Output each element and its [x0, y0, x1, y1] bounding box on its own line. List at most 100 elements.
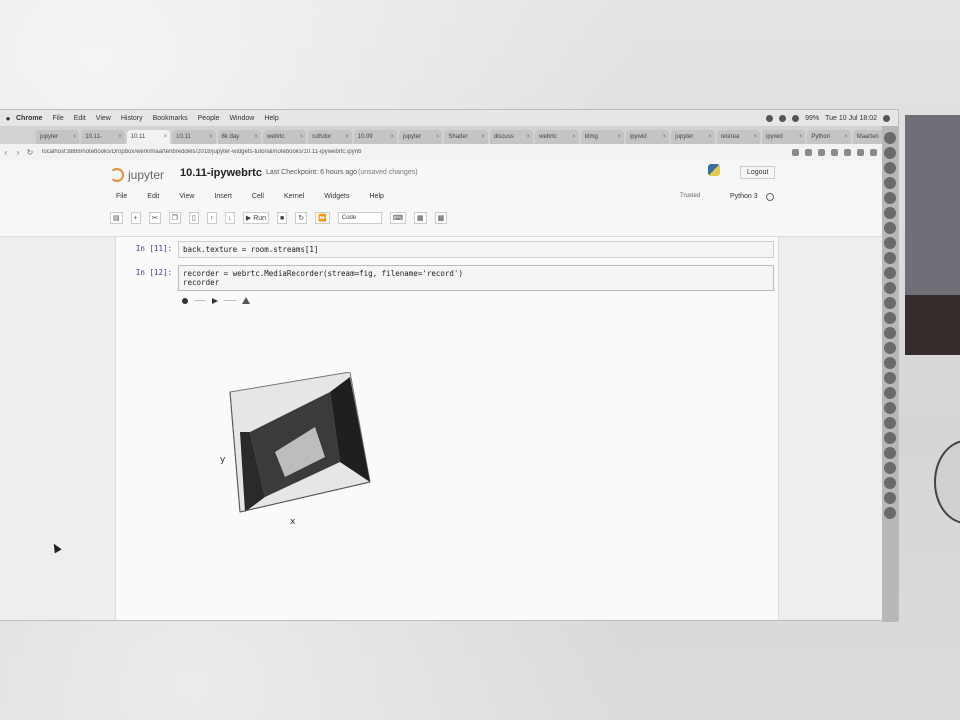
paste-icon[interactable]: ▯ [188, 212, 199, 224]
browser-tab[interactable]: ipywid × [762, 130, 806, 144]
cut-icon[interactable]: ✂ [148, 212, 161, 224]
cell-input[interactable]: back.texture = room.streams[1] [178, 241, 774, 258]
move-up-icon[interactable]: ↑ [206, 212, 217, 224]
close-tab-icon[interactable]: × [345, 134, 349, 140]
extension-icon[interactable] [857, 148, 864, 156]
browser-tab[interactable]: 10.11 × [172, 130, 216, 144]
code-cell-selected[interactable]: In [12]: recorder = webrtc.MediaRecorder… [120, 265, 774, 291]
command-palette-icon[interactable]: ⌨ [389, 212, 406, 224]
save-icon[interactable]: ▤ [110, 212, 123, 224]
back-icon[interactable]: ‹ [0, 148, 12, 157]
forward-icon[interactable]: › [12, 148, 24, 157]
dock-app-icon[interactable] [884, 342, 896, 354]
close-tab-icon[interactable]: × [390, 134, 394, 140]
nb-menu-file[interactable]: File [116, 193, 127, 200]
dock-app-icon[interactable] [884, 207, 896, 219]
code-cell[interactable]: In [11]: back.texture = room.streams[1] [120, 241, 774, 258]
add-cell-icon[interactable]: + [130, 212, 141, 224]
menu-view[interactable]: View [96, 115, 111, 122]
dock-app-icon[interactable] [884, 132, 896, 144]
close-tab-icon[interactable]: × [799, 134, 803, 140]
dock-app-icon[interactable] [884, 432, 896, 444]
reload-icon[interactable]: ↻ [24, 148, 36, 157]
notebook-title[interactable]: 10.11-ipywebrtc [180, 167, 262, 179]
dock-app-icon[interactable] [884, 417, 896, 429]
browser-tab[interactable]: ruthdor × [308, 130, 352, 144]
search-icon[interactable] [883, 114, 890, 122]
browser-tab[interactable]: ipywid × [625, 130, 670, 144]
trusted-indicator[interactable]: Trusted [680, 193, 700, 199]
bookmark-star-icon[interactable] [792, 148, 799, 156]
stop-icon[interactable]: ■ [277, 212, 288, 224]
record-button-icon[interactable] [182, 297, 188, 304]
browser-tab[interactable]: 8k day × [217, 130, 261, 144]
dock-app-icon[interactable] [884, 447, 896, 459]
url-field[interactable]: localhost:8888/notebooks/Dropbox/werk/ma… [42, 149, 502, 155]
dock-app-icon[interactable] [884, 267, 896, 279]
dock-app-icon[interactable] [884, 282, 896, 294]
browser-tab[interactable]: webrtc × [535, 130, 579, 144]
play-button-icon[interactable] [212, 297, 218, 304]
dock-app-icon[interactable] [884, 252, 896, 264]
move-down-icon[interactable]: ↓ [224, 212, 235, 224]
menu-people[interactable]: People [198, 115, 220, 122]
close-tab-icon[interactable]: × [300, 134, 304, 140]
browser-tab[interactable]: 10.11 × [126, 130, 171, 144]
jupyter-logo[interactable]: jupyter [110, 168, 164, 182]
menu-window[interactable]: Window [229, 115, 254, 122]
dock-app-icon[interactable] [884, 192, 896, 204]
browser-tab[interactable]: jupyter × [671, 130, 715, 144]
cell-input[interactable]: recorder = webrtc.MediaRecorder(stream=f… [178, 265, 774, 291]
menu-file[interactable]: File [52, 115, 63, 122]
nb-menu-view[interactable]: View [179, 193, 194, 200]
extension-icon[interactable] [818, 148, 825, 156]
close-tab-icon[interactable]: × [209, 134, 213, 140]
restart-icon[interactable]: ↻ [295, 212, 308, 224]
extension-icon[interactable] [831, 148, 838, 156]
dock-app-icon[interactable] [884, 162, 896, 174]
nb-menu-edit[interactable]: Edit [147, 193, 159, 200]
close-tab-icon[interactable]: × [527, 134, 531, 140]
close-tab-icon[interactable]: × [73, 134, 77, 140]
3d-figure-output[interactable]: x y [220, 372, 380, 532]
browser-tab[interactable]: restrea × [716, 130, 760, 144]
apple-icon[interactable]: ● [0, 114, 16, 123]
widget-icon[interactable]: ▦ [413, 212, 427, 224]
nb-menu-insert[interactable]: Insert [214, 193, 232, 200]
nb-menu-cell[interactable]: Cell [252, 193, 264, 200]
close-tab-icon[interactable]: × [481, 134, 485, 140]
browser-tab[interactable]: jupyter × [399, 130, 443, 144]
close-tab-icon[interactable]: × [753, 134, 757, 140]
dock-app-icon[interactable] [884, 492, 896, 504]
dock-app-icon[interactable] [884, 177, 896, 189]
dock-app-icon[interactable] [884, 237, 896, 249]
browser-tab[interactable]: discuss × [489, 130, 534, 144]
cell-type-select[interactable]: Code [337, 212, 382, 224]
browser-tab[interactable]: Idmg × [580, 130, 624, 144]
close-tab-icon[interactable]: × [617, 134, 621, 140]
menu-help[interactable]: Help [264, 115, 278, 122]
dock-app-icon[interactable] [884, 462, 896, 474]
record-icon[interactable] [779, 114, 787, 122]
clock-label[interactable]: Tue 10 Jul 18:02 [825, 115, 877, 122]
menu-edit[interactable]: Edit [74, 115, 86, 122]
dock-app-icon[interactable] [884, 372, 896, 384]
close-tab-icon[interactable]: × [118, 134, 122, 140]
close-tab-icon[interactable]: × [663, 134, 667, 140]
nb-menu-help[interactable]: Help [370, 193, 384, 200]
dock-app-icon[interactable] [884, 312, 896, 324]
browser-tab[interactable]: 10.11- × [81, 130, 125, 144]
dock-app-icon[interactable] [884, 297, 896, 309]
restart-run-all-icon[interactable]: ⏩ [315, 212, 330, 224]
wifi-icon[interactable] [792, 114, 800, 122]
dock-app-icon[interactable] [884, 147, 896, 159]
dock-app-icon[interactable] [884, 387, 896, 399]
browser-tab[interactable]: Shader × [444, 130, 488, 144]
dock-app-icon[interactable] [884, 402, 896, 414]
profile-icon[interactable] [870, 148, 877, 156]
close-tab-icon[interactable]: × [436, 134, 440, 140]
download-button-icon[interactable] [242, 297, 250, 304]
chart-icon[interactable]: ▩ [434, 212, 448, 224]
dock-app-icon[interactable] [884, 327, 896, 339]
extension-icon[interactable] [805, 148, 812, 156]
